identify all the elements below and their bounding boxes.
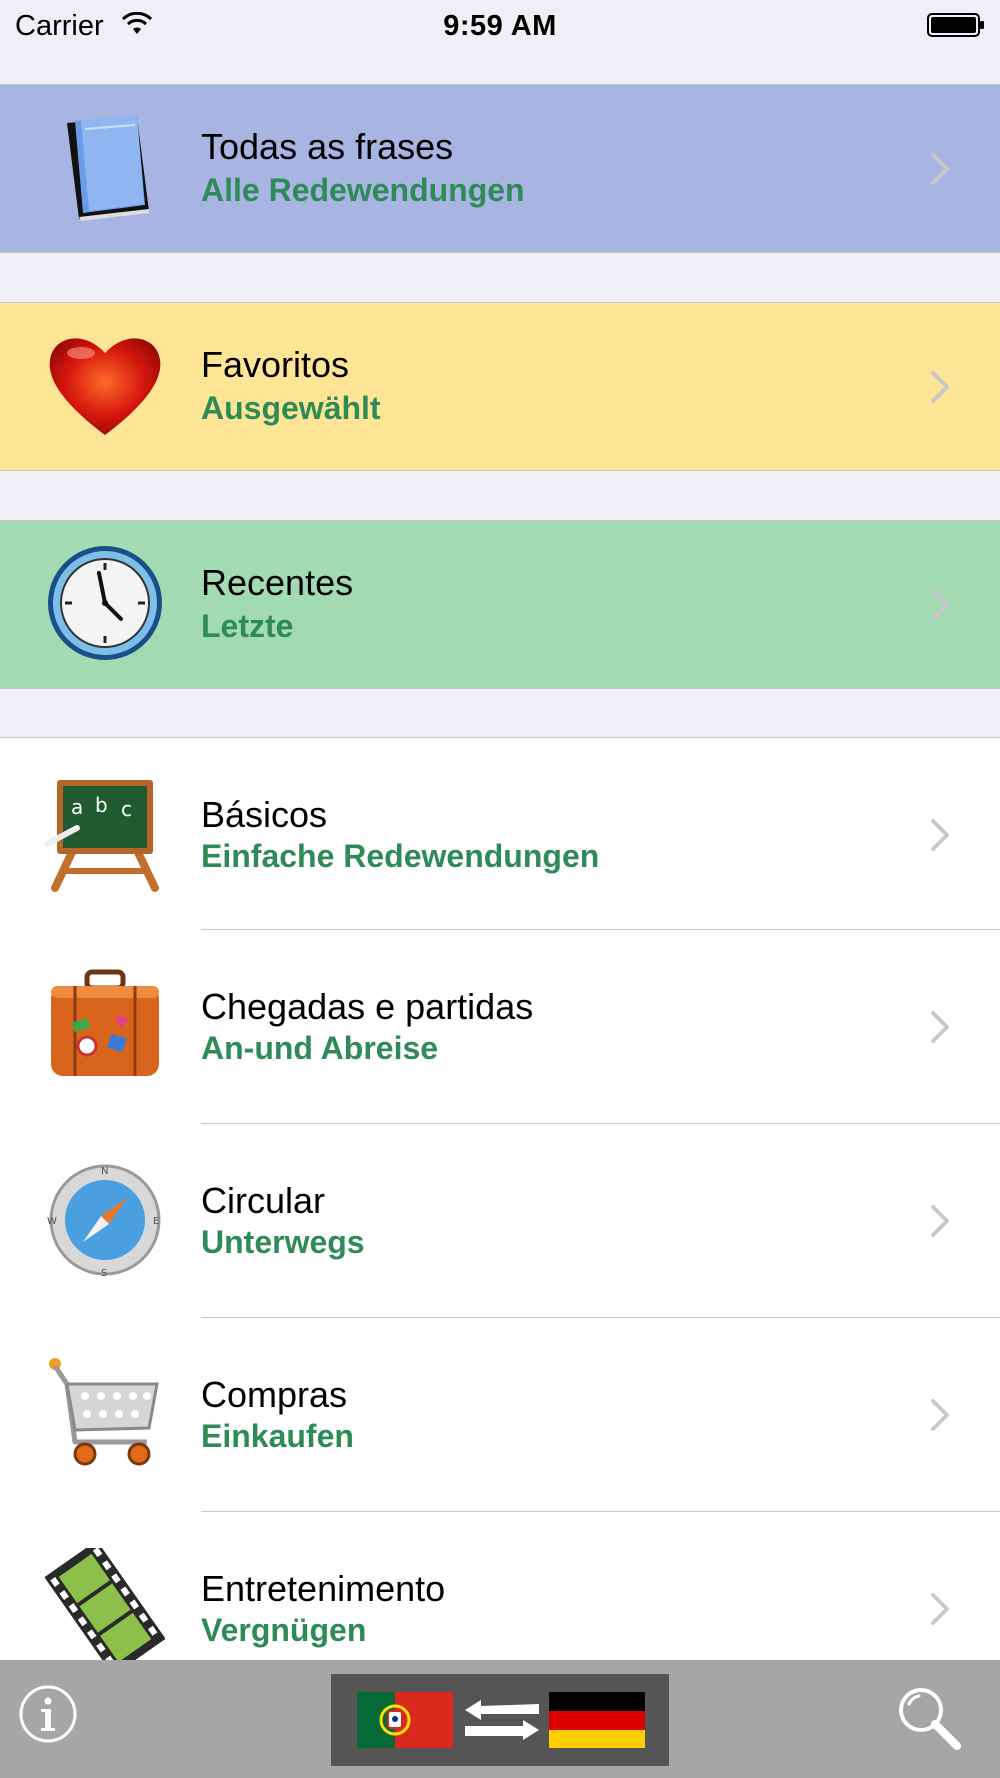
chevron-right-icon — [931, 153, 949, 185]
status-bar: Carrier 9:59 AM — [0, 0, 1000, 50]
row-subtitle: Vergnügen — [201, 1612, 367, 1648]
battery-icon — [927, 13, 984, 37]
row-title: Entretenimento — [201, 1568, 446, 1609]
chevron-right-icon — [931, 1593, 949, 1625]
row-subtitle: Letzte — [201, 608, 294, 644]
germany-flag-icon — [549, 1692, 645, 1748]
search-icon[interactable] — [895, 1684, 963, 1752]
row-title: Recentes — [201, 562, 354, 603]
row-subtitle: Unterwegs — [201, 1224, 365, 1260]
svg-text:W: W — [47, 1216, 57, 1227]
row-title: Chegadas e partidas — [201, 986, 534, 1027]
menu-row-favorites[interactable]: Favoritos Ausgewählt — [0, 303, 1000, 470]
chevron-right-icon — [931, 1011, 949, 1043]
row-title: Todas as frases — [201, 126, 454, 167]
row-title: Compras — [201, 1374, 348, 1415]
menu-row-all-phrases[interactable]: Todas as frases Alle Redewendungen — [0, 85, 1000, 252]
row-subtitle: Einfache Redewendungen — [201, 838, 600, 874]
menu-row-basics[interactable]: a b c Básicos Einfache Redewendungen — [0, 738, 1000, 929]
suitcase-icon — [51, 969, 159, 1076]
svg-text:b: b — [95, 793, 108, 817]
row-title: Circular — [201, 1180, 326, 1221]
book-icon — [67, 115, 149, 221]
row-subtitle: Alle Redewendungen — [201, 172, 525, 208]
menu-row-shopping[interactable]: Compras Einkaufen — [0, 1318, 1000, 1511]
row-subtitle: Einkaufen — [201, 1418, 354, 1454]
chevron-right-icon — [931, 819, 949, 851]
chevron-right-icon — [931, 1399, 949, 1431]
swap-arrows-icon — [465, 1700, 539, 1740]
row-subtitle: An-und Abreise — [201, 1030, 439, 1066]
chevron-right-icon — [931, 371, 949, 403]
menu-row-entertainment[interactable]: Entretenimento Vergnügen — [0, 1512, 1000, 1660]
compass-icon: N S E W — [47, 1164, 161, 1279]
clock-icon — [48, 546, 162, 660]
svg-text:c: c — [121, 797, 132, 821]
portugal-flag-icon — [357, 1692, 453, 1748]
separator — [0, 470, 1000, 471]
svg-text:N: N — [101, 1166, 108, 1177]
svg-text:S: S — [101, 1268, 107, 1279]
chevron-right-icon — [931, 589, 949, 621]
info-icon[interactable] — [18, 1684, 78, 1744]
menu-row-arrivals-departures[interactable]: Chegadas e partidas An-und Abreise — [0, 930, 1000, 1123]
row-subtitle: Ausgewählt — [201, 390, 381, 426]
clock-time: 9:59 AM — [443, 10, 557, 42]
menu-row-recent[interactable]: Recentes Letzte — [0, 521, 1000, 688]
chalkboard-icon: a b c — [45, 780, 159, 892]
chevron-right-icon — [931, 1205, 949, 1237]
film-icon — [45, 1548, 165, 1660]
bottom-toolbar — [0, 1660, 1000, 1778]
row-title: Favoritos — [201, 344, 350, 385]
row-title: Básicos — [201, 794, 328, 835]
menu-row-getting-around[interactable]: N S E W Circular Unterwegs — [0, 1124, 1000, 1317]
separator — [0, 252, 1000, 253]
svg-text:E: E — [153, 1216, 159, 1227]
separator — [0, 688, 1000, 689]
heart-icon — [49, 338, 161, 435]
svg-text:a: a — [71, 795, 83, 819]
shopping-cart-icon — [49, 1358, 159, 1466]
language-switch-button[interactable] — [331, 1674, 669, 1766]
